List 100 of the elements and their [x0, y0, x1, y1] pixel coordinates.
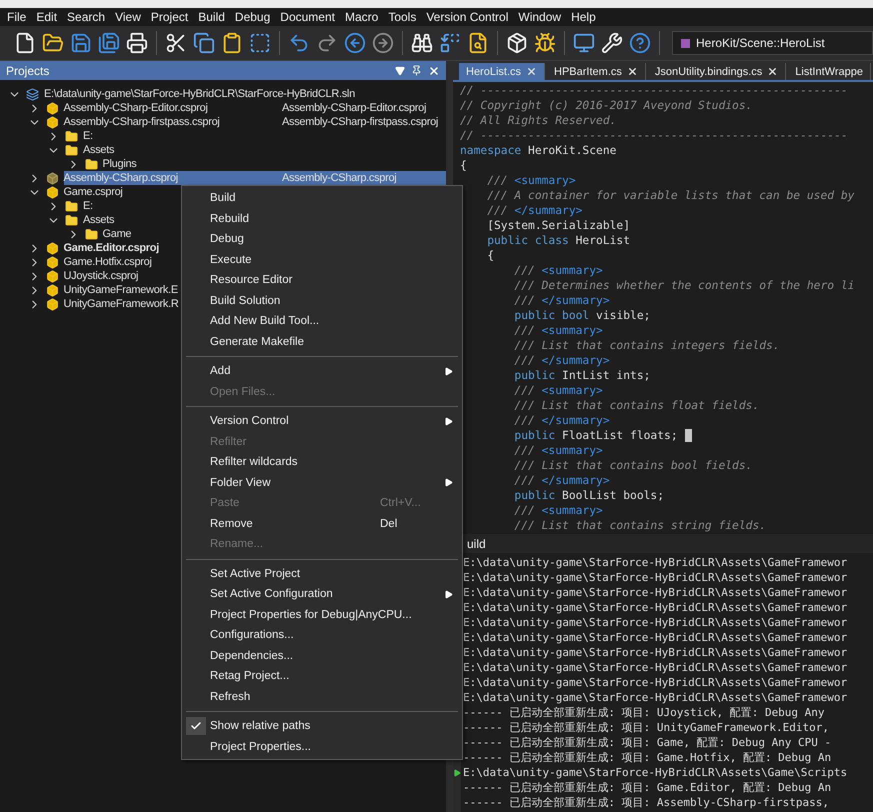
redo-icon[interactable] — [316, 32, 338, 54]
bug-icon[interactable] — [534, 32, 556, 54]
menu-item[interactable]: Execute — [182, 250, 462, 270]
forward-icon[interactable] — [372, 32, 394, 54]
menu-item[interactable]: Generate Makefile — [182, 332, 462, 352]
output-line: E:\data\unity-game\StarForce-HyBridCLR\Assets\GameFramewor — [463, 556, 848, 569]
tree-item[interactable]: Assets — [83, 143, 282, 157]
menu-item[interactable]: Debug — [182, 229, 462, 250]
pin-icon[interactable] — [411, 65, 422, 76]
menu-item[interactable]: Configurations... — [182, 625, 462, 646]
code-line: public bool visible; — [513, 308, 650, 323]
menu-item[interactable]: Version Control — [182, 411, 462, 432]
cut-icon[interactable] — [165, 32, 187, 54]
code-line: /// <summary> — [513, 383, 603, 398]
tree-item[interactable]: Plugins — [102, 157, 282, 171]
cube-icon — [46, 298, 58, 310]
code-line: /// <summary> — [513, 263, 603, 278]
wrench-icon[interactable] — [601, 32, 623, 54]
menu-item[interactable]: File — [2, 10, 32, 24]
code-line: /// </summary> — [486, 203, 582, 218]
close-icon[interactable] — [626, 66, 638, 77]
save-all-icon[interactable] — [98, 32, 120, 54]
find-in-files-icon[interactable] — [467, 32, 489, 54]
tree-item[interactable]: Assembly-CSharp-firstpass.csproj — [64, 115, 282, 129]
save-icon[interactable] — [70, 32, 92, 54]
search-icon[interactable] — [411, 32, 433, 54]
code-line: /// </summary> — [513, 473, 610, 488]
code-line: /// List that contains string fields. — [513, 518, 766, 533]
output-line: E:\data\unity-game\StarForce-HyBridCLR\Assets\GameFramewor — [463, 691, 848, 704]
back-icon[interactable] — [344, 32, 366, 54]
open-folder-icon[interactable] — [42, 32, 64, 54]
output-line: E:\data\unity-game\StarForce-HyBridCLR\Assets\GameFramewor — [463, 631, 848, 644]
code-line: public IntList ints; — [513, 368, 650, 383]
monitor-icon[interactable] — [573, 32, 595, 54]
menu-item[interactable]: Show relative paths — [182, 716, 462, 736]
menu-item[interactable]: Remove Del — [182, 514, 462, 534]
menu-item[interactable]: Dependencies... — [182, 646, 462, 666]
select-icon[interactable] — [249, 32, 271, 54]
code-line: public BoolList bools; — [513, 488, 664, 503]
tree-item-detail: Assembly-CSharp-firstpass.csproj — [282, 115, 440, 129]
menu-item[interactable]: Build Solution — [182, 290, 462, 311]
menu-item[interactable]: Search — [62, 10, 110, 24]
close-icon[interactable] — [767, 66, 778, 77]
menu-item[interactable]: Version Control — [421, 10, 514, 24]
code-line: /// </summary> — [513, 353, 610, 368]
code-line: /// <summary> — [486, 173, 576, 188]
menu-item[interactable]: Rebuild — [182, 208, 462, 229]
tree-item[interactable]: Assembly-CSharp-Editor.csproj — [64, 101, 282, 115]
menu-item[interactable]: Set Active Configuration — [182, 584, 462, 604]
tree-item[interactable]: E:\data\unity-game\StarForce-HyBridCLR\StarForce-HyBridCLR.sln — [44, 87, 355, 101]
panel-title: Projects — [6, 64, 50, 78]
menu-item[interactable]: Edit — [31, 10, 62, 24]
symbol-dropdown[interactable]: HeroKit/Scene::HeroList — [672, 31, 873, 55]
paste-icon[interactable] — [221, 32, 243, 54]
close-icon[interactable] — [428, 64, 440, 76]
menu-item[interactable]: Refresh — [182, 686, 462, 707]
menu-item[interactable]: Project Properties for Debug|AnyCPU... — [182, 604, 462, 625]
code-line: /// <summary> — [513, 323, 603, 338]
new-file-icon[interactable] — [14, 32, 36, 54]
code-line: // Copyright (c) 2016-2017 Aveyond Studios. — [460, 98, 752, 113]
menu-item[interactable]: Add New Build Tool... — [182, 311, 462, 332]
replace-icon[interactable] — [439, 32, 461, 54]
code-line: /// A container for variable lists that can be used by — [486, 188, 854, 203]
menu-item[interactable]: Document — [275, 10, 340, 24]
dropdown-icon[interactable] — [395, 66, 405, 76]
cube-icon — [46, 256, 58, 268]
menu-item[interactable]: Build — [182, 188, 462, 208]
menu-item[interactable]: Folder View — [182, 472, 462, 493]
menu-item[interactable]: Build — [193, 10, 230, 24]
menu-item[interactable]: Project — [146, 10, 194, 24]
code-line: // ------------------------------------------------------ — [460, 128, 848, 143]
output-line: ------ 已启动全部重新生成: 项目: UJoystick, 配置: Debug Any — [463, 706, 825, 719]
menu-item[interactable]: Set Active Project — [182, 564, 462, 584]
copy-icon[interactable] — [193, 32, 215, 54]
print-icon[interactable] — [126, 32, 148, 54]
menu-item[interactable]: Retag Project... — [182, 666, 462, 686]
package-icon[interactable] — [506, 32, 528, 54]
menu-item[interactable]: Add — [182, 361, 462, 382]
code-line: /// <summary> — [513, 503, 603, 518]
tree-item[interactable]: E: — [83, 129, 282, 143]
code-line: // All Rights Reserved. — [460, 113, 616, 128]
menu-item[interactable]: Macro — [340, 10, 384, 24]
output-line: E:\data\unity-game\StarForce-HyBridCLR\Assets\GameFramewor — [463, 676, 848, 689]
folder-icon — [65, 130, 78, 142]
menu-item[interactable]: Window — [513, 10, 566, 24]
menu-item[interactable]: Help — [566, 10, 601, 24]
panel-title: uild — [467, 536, 486, 550]
help-icon[interactable] — [629, 32, 651, 54]
menu-item[interactable]: Project Properties... — [182, 736, 462, 757]
menu-item[interactable]: Resource Editor — [182, 270, 462, 290]
menu-item[interactable]: Tools — [383, 10, 422, 24]
menu-item[interactable]: Refilter wildcards — [182, 452, 462, 472]
editor-tab[interactable]: HeroList.cs — [459, 63, 546, 80]
code-line: [System.Serializable] — [486, 218, 630, 233]
menu-item[interactable]: View — [110, 10, 146, 24]
output-line: ------ 已启动全部重新生成: 项目: UnityGameFramework.Editor, — [463, 721, 830, 734]
undo-icon[interactable] — [288, 32, 310, 54]
menu-item[interactable]: Debug — [230, 10, 276, 24]
code-line: /// </summary> — [513, 413, 610, 428]
code-line: public class HeroList — [486, 233, 630, 248]
